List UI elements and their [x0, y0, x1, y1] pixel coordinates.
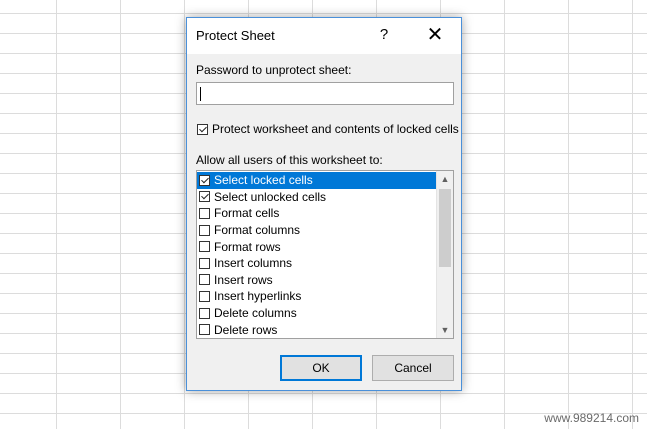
- permission-item[interactable]: Format cells: [197, 205, 437, 222]
- text-caret: [200, 87, 201, 101]
- permission-label: Select locked cells: [214, 173, 313, 188]
- password-label: Password to unprotect sheet:: [196, 63, 352, 77]
- allow-users-label: Allow all users of this worksheet to:: [196, 153, 383, 167]
- scroll-down-arrow-icon[interactable]: ▼: [437, 322, 453, 338]
- permission-label: Format columns: [214, 223, 301, 238]
- protect-contents-checkbox-box[interactable]: [197, 123, 208, 135]
- permissions-scrollbar[interactable]: ▲ ▼: [436, 171, 453, 338]
- permission-item[interactable]: Delete columns: [197, 305, 437, 322]
- scroll-thumb[interactable]: [439, 189, 451, 267]
- permission-checkbox[interactable]: [199, 191, 210, 203]
- permissions-list[interactable]: Select locked cells Select unlocked cells…: [196, 170, 454, 339]
- permission-label: Insert columns: [214, 256, 293, 271]
- permission-item[interactable]: Insert columns: [197, 255, 437, 272]
- protect-sheet-dialog: Protect Sheet ? ✕ Password to unprotect …: [186, 17, 462, 391]
- permission-item[interactable]: Select locked cells: [197, 172, 437, 189]
- dialog-title: Protect Sheet: [196, 28, 275, 43]
- permission-label: Format rows: [214, 239, 281, 254]
- permission-item[interactable]: Delete rows: [197, 321, 437, 338]
- permission-checkbox[interactable]: [199, 174, 210, 186]
- scroll-up-arrow-icon[interactable]: ▲: [437, 171, 453, 187]
- permission-checkbox[interactable]: [199, 224, 210, 236]
- dialog-titlebar: Protect Sheet ? ✕: [187, 18, 461, 54]
- permission-checkbox[interactable]: [199, 274, 210, 286]
- permission-checkbox[interactable]: [199, 241, 210, 253]
- permission-checkbox[interactable]: [199, 207, 210, 219]
- permission-label: Delete columns: [214, 306, 297, 321]
- permission-checkbox[interactable]: [199, 324, 210, 336]
- password-input[interactable]: [196, 82, 454, 105]
- ok-button[interactable]: OK: [280, 355, 362, 381]
- permission-item[interactable]: Format rows: [197, 238, 437, 255]
- permission-item[interactable]: Insert hyperlinks: [197, 288, 437, 305]
- protect-contents-label: Protect worksheet and contents of locked…: [212, 122, 459, 136]
- permission-label: Delete rows: [214, 322, 278, 337]
- permission-label: Format cells: [214, 206, 280, 221]
- permission-checkbox[interactable]: [199, 290, 210, 302]
- protect-contents-checkbox[interactable]: Protect worksheet and contents of locked…: [197, 122, 459, 136]
- permission-checkbox[interactable]: [199, 307, 210, 319]
- help-button[interactable]: ?: [373, 22, 395, 48]
- close-icon[interactable]: ✕: [420, 22, 450, 48]
- permission-label: Insert rows: [214, 272, 273, 287]
- permission-checkbox[interactable]: [199, 257, 210, 269]
- permission-item[interactable]: Format columns: [197, 222, 437, 239]
- permission-item[interactable]: Select unlocked cells: [197, 189, 437, 206]
- cancel-button[interactable]: Cancel: [372, 355, 454, 381]
- permission-label: Insert hyperlinks: [214, 289, 302, 304]
- watermark: www.989214.com: [544, 411, 639, 425]
- permission-label: Select unlocked cells: [214, 189, 327, 204]
- permissions-list-items: Select locked cells Select unlocked cells…: [197, 172, 437, 338]
- permission-item[interactable]: Insert rows: [197, 272, 437, 289]
